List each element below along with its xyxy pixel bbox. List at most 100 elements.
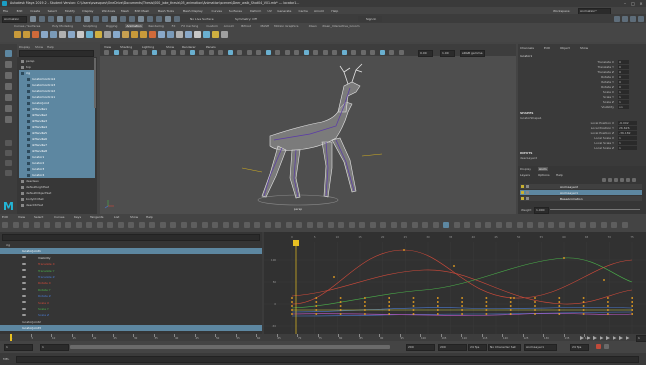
channel-value[interactable]: 0	[618, 75, 629, 79]
graph-tool-icon[interactable]	[275, 222, 281, 228]
graph-tool-icon[interactable]	[558, 222, 565, 228]
keyframe[interactable]	[388, 309, 390, 311]
keyframe[interactable]	[631, 301, 633, 303]
shelf-tab-xgen-interactive-groom[interactable]: XGen_Interactive_Groom	[322, 24, 359, 28]
shelf-tool-icon[interactable]	[122, 31, 129, 38]
graph-tool-icon[interactable]	[527, 222, 533, 228]
range-bar[interactable]	[70, 345, 390, 349]
shelf-tab-fx[interactable]: FX	[172, 24, 176, 28]
viewport-display-icon[interactable]	[189, 50, 195, 55]
graph-tool-icon[interactable]	[348, 222, 355, 228]
graph-tool-icon[interactable]	[432, 222, 439, 228]
viewport-display-icon[interactable]	[398, 50, 404, 55]
shape-channel-row[interactable]: Local Position Z -36.182	[520, 131, 644, 136]
graph-tool-icon[interactable]	[569, 222, 575, 228]
select-object-icon[interactable]	[84, 15, 90, 22]
curve-visibility-icon[interactable]	[22, 256, 26, 259]
keyframe[interactable]	[582, 301, 585, 303]
shape-channel-row[interactable]: Local Scale Z 1	[520, 146, 644, 151]
viewport-display-icon[interactable]	[180, 50, 185, 55]
keyframe[interactable]	[534, 305, 536, 307]
save-scene-icon[interactable]	[48, 15, 54, 22]
time-playhead[interactable]	[10, 334, 12, 341]
tool-settings-toggle-icon[interactable]	[630, 15, 636, 22]
shelf-tab-bifrost[interactable]: Bifrost	[241, 24, 251, 28]
shelf-tool-icon[interactable]	[149, 31, 156, 38]
keyframe[interactable]	[485, 297, 488, 299]
undo-icon[interactable]	[57, 15, 63, 22]
history-icon[interactable]	[138, 15, 144, 22]
graph-tool-icon[interactable]	[306, 222, 313, 228]
graph-menu-tangents[interactable]: Tangents	[90, 215, 103, 219]
graph-list-item[interactable]: locatorJoint1	[0, 248, 262, 255]
menu-set-select[interactable]: Animation	[2, 15, 27, 23]
keyframe[interactable]	[403, 249, 405, 251]
graph-list-item[interactable]: Translate Z	[0, 274, 262, 280]
graph-menu-edit[interactable]: Edit	[2, 215, 8, 219]
menu-generate[interactable]: Generate	[277, 9, 291, 13]
channel-row[interactable]: Translate Y 0	[520, 65, 644, 70]
layer-action-icon[interactable]	[620, 178, 624, 182]
viewport-display-icon[interactable]	[104, 50, 109, 55]
graph-tool-icon[interactable]	[485, 222, 491, 228]
viewport-display-icon[interactable]	[256, 50, 261, 55]
keyframe[interactable]	[558, 297, 561, 299]
graph-tool-icon[interactable]	[453, 222, 460, 228]
keyframe[interactable]	[315, 313, 318, 315]
input-name[interactable]: deerLayer2	[520, 156, 537, 160]
keyframe[interactable]	[315, 301, 318, 303]
shelf-tab-motion-graphics[interactable]: Motion Graphics	[274, 24, 298, 28]
shelf-tab-custom[interactable]: Custom	[206, 24, 218, 28]
menu-mesh-tools[interactable]: Mesh Tools	[158, 9, 174, 13]
shelf-tab-rigging[interactable]: Rigging	[106, 24, 117, 28]
close-icon[interactable]: ×	[638, 1, 644, 6]
channel-value[interactable]: on	[618, 105, 629, 109]
command-input[interactable]	[16, 356, 639, 363]
keyframe[interactable]	[509, 301, 512, 303]
range-start-field[interactable]: 1	[4, 344, 33, 351]
shelf-tool-icon[interactable]	[104, 31, 111, 38]
keyframe[interactable]	[461, 305, 463, 307]
layer-solo-icon[interactable]	[526, 185, 529, 188]
graph-tool-icon[interactable]	[12, 222, 19, 228]
keyframe[interactable]	[509, 305, 512, 307]
viewport-display-icon[interactable]	[294, 50, 299, 55]
graph-tool-icon[interactable]	[579, 222, 586, 228]
keyframe[interactable]	[509, 297, 512, 299]
shape-channel-value[interactable]: 1	[618, 136, 637, 140]
channel-value[interactable]: 0	[618, 65, 629, 69]
viewport-display-icon[interactable]	[275, 50, 280, 55]
graph-tool-icon[interactable]	[285, 222, 292, 228]
graph-tool-icon[interactable]	[422, 222, 428, 228]
graph-tool-icon[interactable]	[600, 222, 607, 228]
keyframe[interactable]	[412, 297, 415, 299]
keyframe[interactable]	[339, 305, 342, 307]
keyframe[interactable]	[437, 305, 439, 307]
sign-in-button[interactable]: Sign In	[358, 15, 382, 22]
keyframe[interactable]	[607, 301, 609, 303]
graph-tool-icon[interactable]	[443, 222, 449, 228]
shelf-tab-fx-caching[interactable]: FX Caching	[181, 24, 198, 28]
keyframe[interactable]	[582, 313, 585, 315]
layer-action-icon[interactable]	[626, 178, 630, 182]
keyframe[interactable]	[412, 309, 415, 311]
channel-row[interactable]: Scale Z 1	[520, 100, 644, 105]
curve-visibility-icon[interactable]	[22, 269, 26, 272]
layer-weight-slider[interactable]	[550, 209, 640, 210]
shelf-tool-icon[interactable]	[23, 31, 30, 38]
anim-layer-row[interactable]: BaseAnimation	[520, 196, 642, 201]
menu-arnold[interactable]: Arnold	[314, 9, 324, 13]
keyframe[interactable]	[631, 313, 633, 315]
snap-grid-icon[interactable]	[102, 15, 108, 22]
graph-tool-icon[interactable]	[621, 222, 628, 228]
shelf-tool-icon[interactable]	[140, 31, 147, 38]
shelf-tool-icon[interactable]	[203, 31, 210, 38]
shelf-tab-poly-modeling[interactable]: Poly Modeling	[52, 24, 73, 28]
shape-channel-row[interactable]: Local Scale X 1	[520, 136, 644, 141]
viewport-display-icon[interactable]	[313, 50, 318, 55]
viewport-display-icon[interactable]	[303, 50, 309, 55]
keyframe[interactable]	[291, 309, 293, 311]
graph-list-item[interactable]: Translate Y	[0, 268, 262, 274]
keyframe[interactable]	[631, 297, 633, 299]
keyframe[interactable]	[339, 313, 342, 315]
